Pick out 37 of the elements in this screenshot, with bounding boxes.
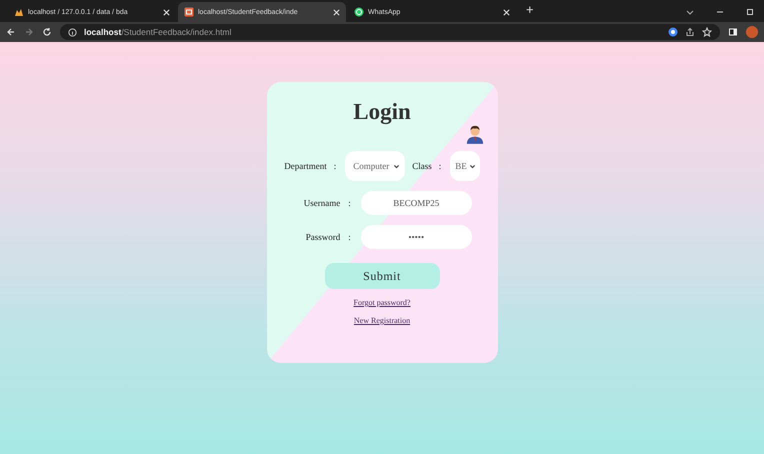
share-icon[interactable] — [685, 27, 695, 37]
url-text: localhost/StudentFeedback/index.html — [84, 27, 232, 37]
department-label: Department — [284, 161, 327, 171]
username-label: Username — [302, 198, 340, 208]
class-label: Class — [412, 161, 432, 171]
reload-icon[interactable] — [42, 27, 52, 37]
chevron-down-icon — [393, 162, 400, 170]
password-label: Password — [304, 232, 340, 242]
department-select[interactable]: Computer — [345, 151, 406, 181]
login-title: Login — [353, 99, 411, 125]
close-icon[interactable] — [333, 8, 340, 16]
user-icon — [466, 124, 484, 144]
chat-icon — [354, 7, 364, 17]
text-link[interactable]: Forgot password? — [354, 298, 410, 307]
password-field[interactable]: ••••• — [360, 225, 472, 249]
close-icon[interactable] — [503, 8, 510, 16]
google-icon[interactable] — [668, 27, 678, 37]
colon: : — [348, 232, 351, 242]
colon: : — [334, 161, 336, 171]
star-icon[interactable] — [702, 27, 712, 37]
restore-icon[interactable] — [745, 7, 755, 17]
profile-avatar[interactable] — [746, 26, 758, 38]
address-bar[interactable]: localhost/StudentFeedback/index.html — [60, 24, 720, 40]
side-panel-icon[interactable] — [728, 27, 738, 37]
back-icon[interactable] — [6, 27, 16, 37]
text-link[interactable]: New Registration — [354, 316, 410, 325]
close-icon[interactable] — [163, 8, 170, 16]
chevron-down-icon — [468, 162, 476, 170]
new-tab-button[interactable]: + — [518, 2, 542, 20]
page-icon — [184, 7, 194, 17]
colon: : — [438, 161, 442, 171]
submit-button[interactable]: Submit — [324, 263, 440, 289]
info-icon — [68, 28, 77, 36]
forward-icon[interactable] — [24, 27, 34, 37]
class-select[interactable]: BE — [450, 151, 480, 181]
colon: : — [348, 198, 351, 208]
username-field[interactable]: BECOMP25 — [360, 191, 472, 215]
